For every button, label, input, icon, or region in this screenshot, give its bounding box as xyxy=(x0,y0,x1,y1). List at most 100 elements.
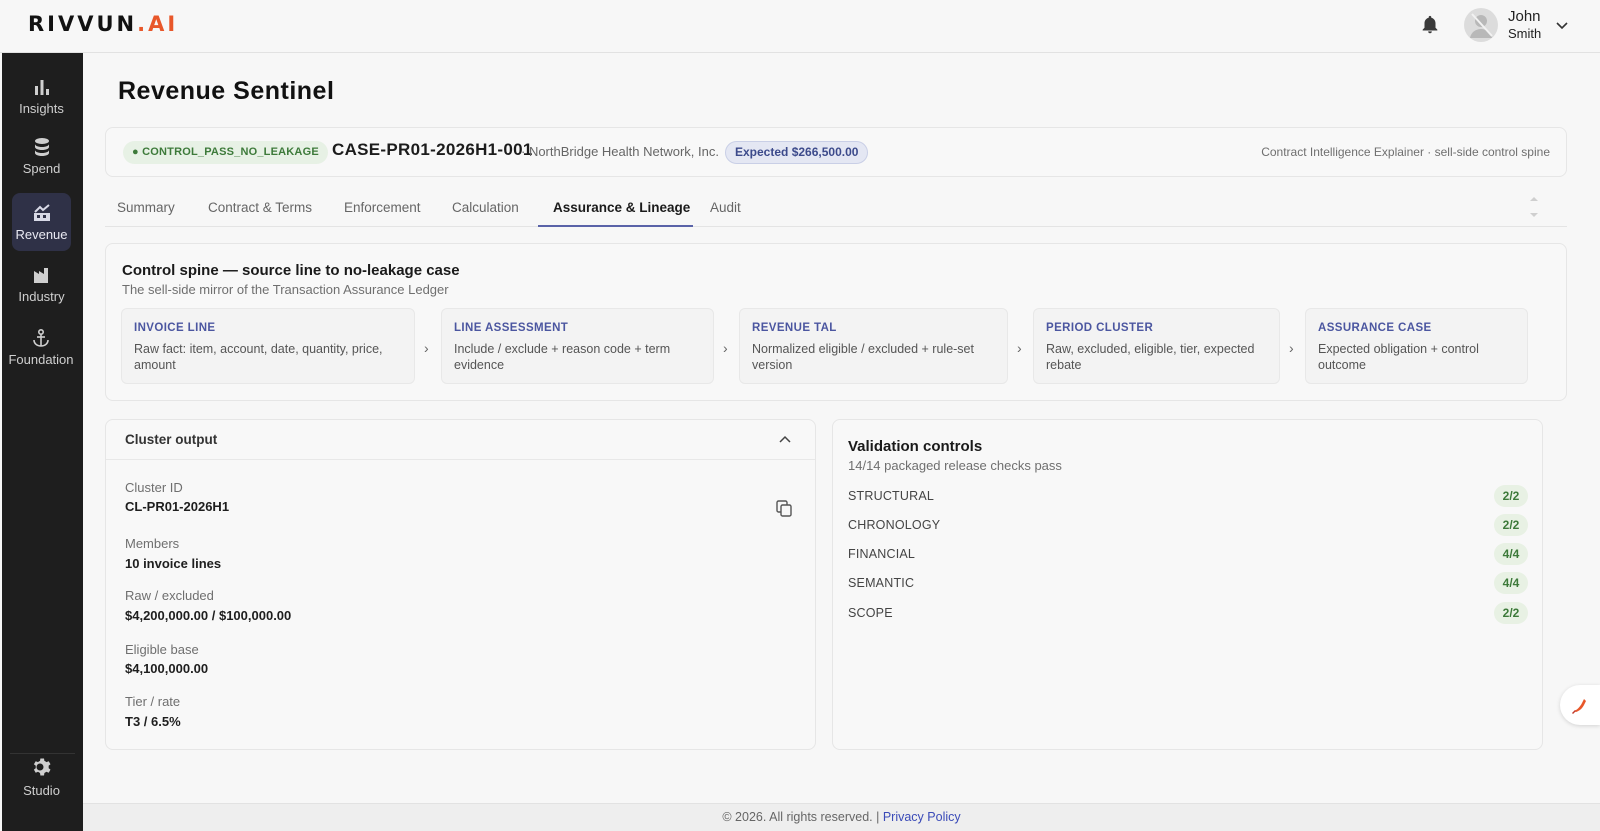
status-badge: ● CONTROL_PASS_NO_LEAKAGE xyxy=(123,141,328,164)
validation-controls-card: Validation controls 14/14 packaged relea… xyxy=(832,419,1543,750)
chevron-right-icon: › xyxy=(723,340,728,356)
eligible-base-label: Eligible base xyxy=(125,642,199,657)
sidebar-item-spend[interactable]: Spend xyxy=(12,127,71,185)
members-value: 10 invoice lines xyxy=(125,556,222,571)
validation-row-structural: STRUCTURAL 2/2 xyxy=(848,485,1528,507)
assistant-launcher-button[interactable] xyxy=(1560,685,1600,725)
sidebar-item-insights[interactable]: Insights xyxy=(12,67,71,125)
validation-row-name: CHRONOLOGY xyxy=(848,518,941,532)
tab-contract-terms[interactable]: Contract & Terms xyxy=(208,200,312,215)
footer: © 2026. All rights reserved. | Privacy P… xyxy=(83,803,1600,831)
raw-excluded-value: $4,200,000.00 / $100,000.00 xyxy=(125,608,292,623)
cluster-id-value: CL-PR01-2026H1 xyxy=(125,499,230,514)
sidebar-item-label: Studio xyxy=(23,782,60,798)
spine-step-desc: Raw fact: item, account, date, quantity,… xyxy=(134,342,383,372)
tab-bar: Summary Contract & Terms Enforcement Cal… xyxy=(105,190,1567,227)
top-bar: RIVVUN.AI John Smith xyxy=(0,0,1600,53)
validation-row-scope: SCOPE 2/2 xyxy=(848,602,1528,624)
main-content: Revenue Sentinel ● CONTROL_PASS_NO_LEAKA… xyxy=(83,53,1600,811)
tab-calculation[interactable]: Calculation xyxy=(452,200,519,215)
validation-row-name: FINANCIAL xyxy=(848,547,916,561)
cluster-output-header[interactable]: Cluster output xyxy=(106,420,815,460)
case-id: CASE-PR01-2026H1-001 xyxy=(332,140,533,159)
sidebar-item-label: Insights xyxy=(19,100,64,116)
logo-text: RIVVUN xyxy=(28,12,138,36)
spine-step-line-assessment: LINE ASSESSMENT Include / exclude + reas… xyxy=(441,308,714,384)
notification-bell-icon[interactable] xyxy=(1419,13,1441,37)
case-org: · NorthBridge Health Network, Inc. xyxy=(521,144,719,159)
sidebar-item-label: Foundation xyxy=(8,351,74,367)
tab-scroll-arrows-icon[interactable] xyxy=(1529,194,1539,220)
user-avatar-icon xyxy=(1470,13,1493,38)
page-title: Revenue Sentinel xyxy=(118,77,335,105)
gear-icon xyxy=(33,758,50,775)
avatar[interactable] xyxy=(1464,8,1498,42)
tab-summary[interactable]: Summary xyxy=(117,200,175,215)
spine-step-title: PERIOD CLUSTER xyxy=(1046,322,1154,334)
database-stack-icon xyxy=(34,137,49,156)
validation-row-semantic: SEMANTIC 4/4 xyxy=(848,572,1528,594)
validation-score-badge: 4/4 xyxy=(1494,543,1528,565)
spine-step-desc: Normalized eligible / excluded + rule-se… xyxy=(752,342,974,372)
sidebar-item-studio[interactable]: Studio xyxy=(12,747,71,805)
revenue-icon xyxy=(33,203,50,221)
case-subtitle: Contract Intelligence Explainer · sell-s… xyxy=(1261,145,1550,159)
chevron-right-icon: › xyxy=(1017,340,1022,356)
sidebar-item-label: Revenue xyxy=(15,226,68,242)
user-name: John Smith xyxy=(1508,8,1541,42)
validation-row-financial: FINANCIAL 4/4 xyxy=(848,543,1528,565)
flame-icon xyxy=(1572,699,1586,714)
privacy-policy-link[interactable]: Privacy Policy xyxy=(883,810,961,824)
chevron-down-icon[interactable] xyxy=(1555,18,1569,32)
chevron-right-icon: › xyxy=(424,340,429,356)
sidebar-item-revenue[interactable]: Revenue xyxy=(12,193,71,251)
sidebar-item-label: Industry xyxy=(18,288,65,304)
validation-row-name: STRUCTURAL xyxy=(848,489,935,503)
logo[interactable]: RIVVUN.AI xyxy=(28,12,178,36)
sidebar: Insights Spend Revenue Industry Foundati… xyxy=(2,53,83,831)
eligible-base-value: $4,100,000.00 xyxy=(125,661,209,676)
sidebar-item-foundation[interactable]: Foundation xyxy=(8,318,74,376)
user-menu[interactable]: John Smith xyxy=(1464,8,1569,42)
members-label: Members xyxy=(125,536,180,551)
spine-step-desc: Include / exclude + reason code + term e… xyxy=(454,342,671,372)
chevron-up-icon[interactable] xyxy=(779,435,791,445)
status-badge-label: CONTROL_PASS_NO_LEAKAGE xyxy=(142,146,319,158)
cluster-output-title: Cluster output xyxy=(125,432,218,447)
tab-enforcement[interactable]: Enforcement xyxy=(344,200,421,215)
tab-assurance-lineage[interactable]: Assurance & Lineage xyxy=(553,200,690,215)
validation-score-badge: 2/2 xyxy=(1494,485,1528,507)
spine-subtitle: The sell-side mirror of the Transaction … xyxy=(122,282,449,297)
case-header-card: ● CONTROL_PASS_NO_LEAKAGE CASE-PR01-2026… xyxy=(105,127,1567,177)
sidebar-item-industry[interactable]: Industry xyxy=(12,255,71,313)
tab-audit[interactable]: Audit xyxy=(710,200,741,215)
validation-subtitle: 14/14 packaged release checks pass xyxy=(848,458,1062,473)
spine-step-desc: Expected obligation + control outcome xyxy=(1318,342,1479,372)
chevron-right-icon: › xyxy=(1289,340,1294,356)
raw-excluded-label: Raw / excluded xyxy=(125,588,214,603)
logo-suffix: .AI xyxy=(137,12,179,36)
tier-rate-label: Tier / rate xyxy=(125,694,181,709)
spine-step-desc: Raw, excluded, eligible, tier, expected … xyxy=(1046,342,1255,372)
control-spine-card: Control spine — source line to no-leakag… xyxy=(105,243,1567,401)
validation-score-badge: 4/4 xyxy=(1494,572,1528,594)
validation-title: Validation controls xyxy=(848,438,983,455)
spine-step-title: INVOICE LINE xyxy=(134,322,216,334)
user-last-name: Smith xyxy=(1508,26,1542,41)
expected-amount-badge: Expected $266,500.00 xyxy=(725,141,869,164)
copy-icon[interactable] xyxy=(776,500,792,517)
validation-score-badge: 2/2 xyxy=(1494,602,1528,624)
spine-step-revenue-tal: REVENUE TAL Normalized eligible / exclud… xyxy=(739,308,1008,384)
footer-copyright: © 2026. All rights reserved. | xyxy=(722,810,880,824)
sidebar-item-label: Spend xyxy=(22,160,61,176)
factory-icon xyxy=(33,267,48,283)
validation-row-name: SEMANTIC xyxy=(848,576,915,590)
active-tab-indicator xyxy=(538,225,693,227)
validation-row-chronology: CHRONOLOGY 2/2 xyxy=(848,514,1528,536)
user-first-name: John xyxy=(1508,8,1541,25)
cluster-id-label: Cluster ID xyxy=(125,480,183,495)
spine-step-period-cluster: PERIOD CLUSTER Raw, excluded, eligible, … xyxy=(1033,308,1280,384)
validation-row-name: SCOPE xyxy=(848,606,893,620)
spine-step-title: REVENUE TAL xyxy=(752,322,837,334)
anchor-icon xyxy=(33,328,49,347)
